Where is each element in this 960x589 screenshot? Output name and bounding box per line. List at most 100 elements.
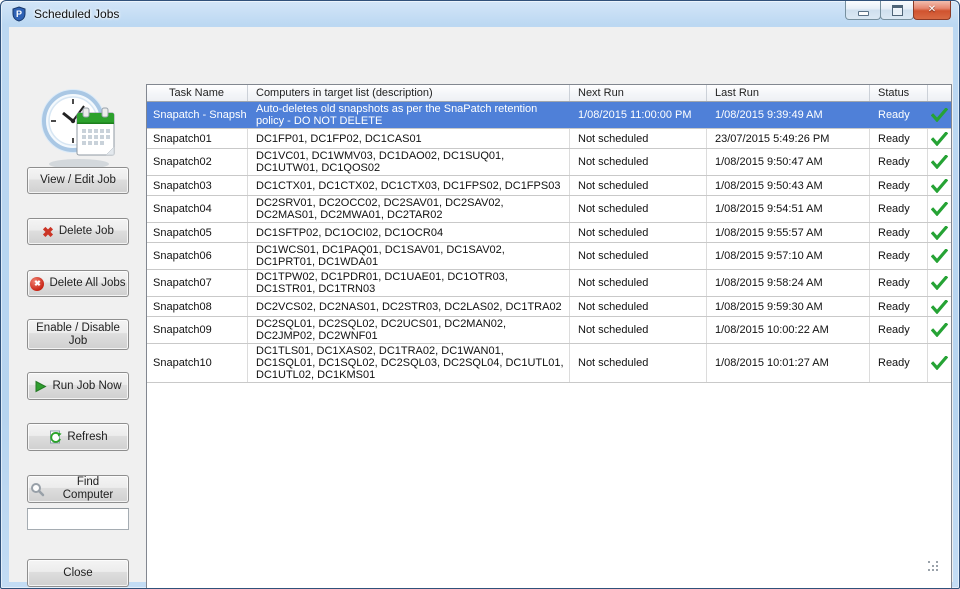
green-check-icon bbox=[931, 299, 948, 314]
cell-computers: DC2SRV01, DC2OCC02, DC2SAV01, DC2SAV02, … bbox=[248, 196, 570, 222]
maximize-button[interactable] bbox=[880, 1, 914, 20]
green-check-icon bbox=[931, 108, 948, 122]
table-row[interactable]: Snapatch01 DC1FP01, DC1FP02, DC1CAS01 No… bbox=[147, 129, 951, 149]
table-row[interactable]: Snapatch08 DC2VCS02, DC2NAS01, DC2STR03,… bbox=[147, 297, 951, 317]
cell-next-run: Not scheduled bbox=[570, 223, 707, 242]
cell-status-check bbox=[928, 129, 951, 148]
cell-last-run: 1/08/2015 9:50:43 AM bbox=[707, 176, 870, 195]
cell-task-name: Snapatch06 bbox=[147, 243, 248, 269]
column-header-task-name[interactable]: Task Name bbox=[147, 85, 248, 101]
cell-next-run: Not scheduled bbox=[570, 270, 707, 296]
delete-job-label: Delete Job bbox=[58, 225, 114, 237]
cell-computers: DC2VCS02, DC2NAS01, DC2STR03, DC2LAS02, … bbox=[248, 297, 570, 316]
column-header-status[interactable]: Status bbox=[870, 85, 928, 101]
run-job-now-label: Run Job Now bbox=[52, 379, 122, 392]
find-computer-input[interactable] bbox=[27, 508, 129, 530]
table-row[interactable]: Snapatch04 DC2SRV01, DC2OCC02, DC2SAV01,… bbox=[147, 196, 951, 223]
cell-next-run: Not scheduled bbox=[570, 344, 707, 382]
table-row[interactable]: Snapatch05 DC1SFTP02, DC1OCI02, DC1OCR04… bbox=[147, 223, 951, 243]
cell-last-run: 1/08/2015 9:58:24 AM bbox=[707, 270, 870, 296]
cell-task-name: Snapatch02 bbox=[147, 149, 248, 175]
find-computer-label: Find Computer bbox=[62, 476, 114, 501]
column-header-check[interactable] bbox=[928, 85, 951, 101]
refresh-icon bbox=[48, 430, 62, 444]
cell-computers: DC1TPW02, DC1PDR01, DC1UAE01, DC1OTR03, … bbox=[248, 270, 570, 296]
close-dialog-button[interactable]: Close bbox=[27, 559, 129, 587]
cell-next-run: 1/08/2015 11:00:00 PM bbox=[578, 109, 692, 121]
cell-status: Ready bbox=[870, 149, 928, 175]
client-area: View / Edit Job ✖ Delete Job ✖ Delete Al… bbox=[9, 27, 953, 588]
cell-status: Ready bbox=[870, 196, 928, 222]
cell-task-name: Snapatch05 bbox=[147, 223, 248, 242]
cell-status-check bbox=[928, 223, 951, 242]
column-header-computers[interactable]: Computers in target list (description) bbox=[248, 85, 570, 101]
cell-last-run: 1/08/2015 10:00:22 AM bbox=[707, 317, 870, 343]
column-header-next-run[interactable]: Next Run bbox=[570, 85, 707, 101]
maximize-icon bbox=[891, 4, 903, 16]
run-job-now-button[interactable]: Run Job Now bbox=[27, 372, 129, 400]
close-window-button[interactable]: ✕ bbox=[913, 1, 951, 20]
cell-last-run: 1/08/2015 9:59:30 AM bbox=[707, 297, 870, 316]
table-row[interactable]: Snapatch - Snapsh... Auto-deletes old sn… bbox=[147, 102, 951, 129]
green-check-icon bbox=[931, 249, 948, 263]
close-dialog-label: Close bbox=[63, 566, 93, 579]
cell-status-check bbox=[928, 196, 951, 222]
cell-last-run: 23/07/2015 5:49:26 PM bbox=[707, 129, 870, 148]
cell-status: Ready bbox=[870, 317, 928, 343]
cell-status-check bbox=[928, 102, 951, 128]
green-check-icon bbox=[931, 155, 948, 169]
cell-status-check bbox=[928, 149, 951, 175]
window: P Scheduled Jobs ✕ View / Edit Job ✖ Del… bbox=[0, 0, 960, 589]
cell-status-check bbox=[928, 297, 951, 316]
cell-status: Ready bbox=[870, 344, 928, 382]
cell-task-name: Snapatch04 bbox=[147, 196, 248, 222]
delete-all-jobs-button[interactable]: ✖ Delete All Jobs bbox=[27, 270, 129, 297]
refresh-label: Refresh bbox=[67, 430, 108, 443]
cell-task-name: Snapatch10 bbox=[147, 344, 248, 382]
cell-status-check bbox=[928, 243, 951, 269]
cell-computers: DC1FP01, DC1FP02, DC1CAS01 bbox=[248, 129, 570, 148]
table-row[interactable]: Snapatch06 DC1WCS01, DC1PAQ01, DC1SAV01,… bbox=[147, 243, 951, 270]
table-row[interactable]: Snapatch03 DC1CTX01, DC1CTX02, DC1CTX03,… bbox=[147, 176, 951, 196]
minimize-button[interactable] bbox=[845, 1, 881, 20]
cell-next-run: Not scheduled bbox=[570, 149, 707, 175]
green-check-icon bbox=[931, 131, 948, 146]
green-play-icon bbox=[34, 380, 48, 393]
close-icon: ✕ bbox=[927, 4, 937, 15]
cell-status: Ready bbox=[870, 129, 928, 148]
cell-next-run: Not scheduled bbox=[570, 317, 707, 343]
delete-job-button[interactable]: ✖ Delete Job bbox=[27, 218, 129, 245]
cell-status-check bbox=[928, 176, 951, 195]
table-body: Snapatch - Snapsh... Auto-deletes old sn… bbox=[147, 102, 951, 383]
green-check-icon bbox=[931, 356, 948, 370]
cell-last-run: 1/08/2015 10:01:27 AM bbox=[707, 344, 870, 382]
table-row[interactable]: Snapatch09 DC2SQL01, DC2SQL02, DC2UCS01,… bbox=[147, 317, 951, 344]
cell-computers: DC1SFTP02, DC1OCI02, DC1OCR04 bbox=[248, 223, 570, 242]
table-row[interactable]: Snapatch07 DC1TPW02, DC1PDR01, DC1UAE01,… bbox=[147, 270, 951, 297]
window-controls: ✕ bbox=[845, 1, 951, 20]
cell-status: Ready bbox=[870, 270, 928, 296]
resize-grip[interactable] bbox=[927, 560, 939, 572]
cell-last-run: 1/08/2015 9:50:47 AM bbox=[707, 149, 870, 175]
cell-next-run: Not scheduled bbox=[570, 297, 707, 316]
cell-computers: DC1CTX01, DC1CTX02, DC1CTX03, DC1FPS02, … bbox=[248, 176, 570, 195]
cell-status: Ready bbox=[878, 109, 910, 121]
cell-next-run: Not scheduled bbox=[570, 243, 707, 269]
green-check-icon bbox=[931, 323, 948, 337]
clock-calendar-icon bbox=[37, 85, 121, 171]
cell-computers: DC1VC01, DC1WMV03, DC1DAO02, DC1SUQ01, D… bbox=[248, 149, 570, 175]
green-check-icon bbox=[931, 202, 948, 216]
cell-computers: DC1WCS01, DC1PAQ01, DC1SAV01, DC1SAV02, … bbox=[248, 243, 570, 269]
cell-task-name: Snapatch - Snapsh... bbox=[153, 109, 248, 121]
table-row[interactable]: Snapatch10 DC1TLS01, DC1XAS02, DC1TRA02,… bbox=[147, 344, 951, 383]
cell-status: Ready bbox=[870, 243, 928, 269]
column-header-last-run[interactable]: Last Run bbox=[707, 85, 870, 101]
cell-computers: Auto-deletes old snapshots as per the Sn… bbox=[256, 103, 538, 127]
view-edit-job-button[interactable]: View / Edit Job bbox=[27, 167, 129, 194]
enable-disable-job-label: Enable / Disable Job bbox=[36, 321, 120, 347]
refresh-button[interactable]: Refresh bbox=[27, 423, 129, 451]
enable-disable-job-button[interactable]: Enable / Disable Job bbox=[27, 319, 129, 350]
table-row[interactable]: Snapatch02 DC1VC01, DC1WMV03, DC1DAO02, … bbox=[147, 149, 951, 176]
cell-last-run: 1/08/2015 9:54:51 AM bbox=[707, 196, 870, 222]
find-computer-button[interactable]: Find Computer bbox=[27, 475, 129, 503]
